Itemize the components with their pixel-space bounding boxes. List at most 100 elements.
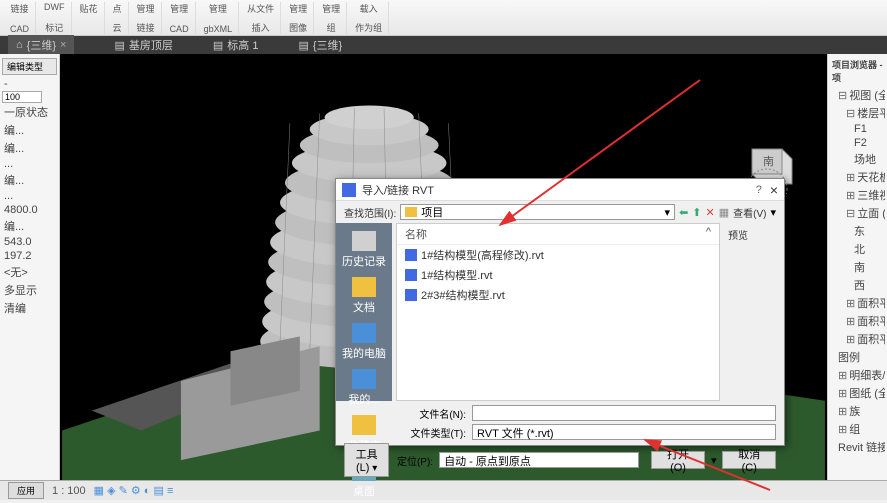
tree-item[interactable]: 图例	[830, 348, 885, 366]
close-icon[interactable]: ×	[60, 39, 66, 51]
file-list[interactable]: 名称 ^ 1#结构模型(高程修改).rvt1#结构模型.rvt2#3#结构模型.…	[396, 223, 720, 401]
tree-item[interactable]: ⊞三维视图	[830, 186, 885, 204]
tree-item[interactable]: ⊞组	[830, 420, 885, 438]
scale-input[interactable]	[2, 91, 42, 103]
docs-icon	[352, 277, 376, 297]
ribbon-group[interactable]: 从文件插入	[241, 2, 281, 34]
home-icon: ⌂	[16, 39, 23, 51]
tree-toggle-icon[interactable]: ⊞	[838, 406, 847, 418]
sidebar-history[interactable]: 历史记录	[336, 227, 392, 273]
ribbon-item[interactable]: 链接	[11, 2, 29, 15]
properties-panel: 编辑类型 - 一原状态 编... 编... ... 编... ... 4800.…	[0, 54, 60, 480]
tree-item[interactable]: ⊞面积平面	[830, 294, 885, 312]
views-button[interactable]: 查看(V)	[733, 205, 766, 220]
tree-toggle-icon[interactable]: ⊟	[846, 108, 855, 120]
status-bar: 应用 1 : 100 ▦ ◈ ✎ ⚙ ◐ ▤ ≡	[0, 480, 887, 500]
edit-type-button[interactable]: 编辑类型	[2, 58, 57, 75]
tree-toggle-icon[interactable]: ⊞	[838, 370, 847, 382]
help-icon[interactable]: ?	[756, 184, 762, 196]
view-tab[interactable]: ▤标高 1	[213, 37, 259, 53]
tools-button[interactable]: 工具(L) ▾	[344, 443, 389, 477]
tree-item[interactable]: 北	[830, 240, 885, 258]
ribbon-group[interactable]: 贴花	[74, 2, 105, 34]
position-select[interactable]: 自动 - 原点到原点	[439, 452, 639, 468]
browser-title: 项目浏览器 - 项	[830, 56, 885, 86]
ribbon-group[interactable]: 载入作为组	[349, 2, 389, 34]
tree-item[interactable]: F1	[830, 122, 885, 136]
tree-label: 场地	[854, 154, 876, 166]
up-icon[interactable]: ⬆	[692, 206, 701, 219]
tree-toggle-icon[interactable]: ⊟	[838, 90, 847, 102]
tree-item[interactable]: ⊟视图 (全	[830, 86, 885, 104]
view-tab[interactable]: ⌂ {三维} ×	[8, 35, 74, 55]
view-tab[interactable]: ▤基房顶层	[114, 37, 172, 53]
tree-toggle-icon[interactable]: ⊟	[846, 208, 855, 220]
file-row[interactable]: 1#结构模型(高程修改).rvt	[397, 245, 719, 265]
filename-input[interactable]	[472, 405, 776, 421]
sidebar-mycomputer[interactable]: 我的电脑	[336, 319, 392, 365]
tree-toggle-icon[interactable]: ⊞	[838, 388, 847, 400]
dialog-title: 导入/链接 RVT	[362, 182, 756, 198]
tree-item[interactable]: 场地	[830, 150, 885, 168]
ribbon-group[interactable]: 点云	[107, 2, 129, 34]
tree-toggle-icon[interactable]: ⊞	[846, 190, 855, 202]
tree-toggle-icon[interactable]: ⊞	[846, 316, 855, 328]
sidebar-docs[interactable]: 文档	[336, 273, 392, 319]
ribbon-group[interactable]: 管理组	[316, 2, 347, 34]
col-name[interactable]: 名称	[405, 226, 706, 242]
ribbon-group[interactable]: 管理链接	[131, 2, 162, 34]
tree-item[interactable]: ⊞面积平面	[830, 312, 885, 330]
tree-item[interactable]: ⊟楼层平面	[830, 104, 885, 122]
tree-item[interactable]: ⊞族	[830, 402, 885, 420]
file-row[interactable]: 2#3#结构模型.rvt	[397, 285, 719, 305]
close-icon[interactable]: ×	[770, 182, 778, 198]
view-icon: ▤	[213, 39, 223, 52]
ribbon-group[interactable]: 管理gbXML	[198, 2, 240, 34]
back-icon[interactable]: ⬅	[679, 206, 688, 219]
revit-icon	[342, 183, 356, 197]
view-tab[interactable]: ▤{三维}	[298, 37, 342, 53]
tree-toggle-icon[interactable]: ⊞	[838, 424, 847, 436]
view-icon: ▤	[298, 39, 308, 52]
ribbon-group[interactable]: 链接CAD	[4, 2, 36, 34]
scale-display[interactable]: 1 : 100	[52, 485, 86, 497]
tree-item[interactable]: 东	[830, 222, 885, 240]
filetype-select[interactable]: RVT 文件 (*.rvt)	[472, 424, 776, 440]
tree-item[interactable]: Revit 链接	[830, 438, 885, 456]
tree-item[interactable]: ⊞天花板平	[830, 168, 885, 186]
tree-item[interactable]: 南	[830, 258, 885, 276]
delete-icon[interactable]: ✕	[706, 206, 715, 219]
tree-item[interactable]: 西	[830, 276, 885, 294]
ribbon-group[interactable]: 管理CAD	[164, 2, 196, 34]
chevron-down-icon[interactable]: ▾	[770, 206, 776, 219]
tree-label: F2	[854, 137, 867, 149]
tree-label: Revit 链接	[838, 442, 885, 454]
tree-toggle-icon[interactable]: ⊞	[846, 298, 855, 310]
chevron-down-icon[interactable]: ▾	[711, 454, 717, 467]
tree-toggle-icon[interactable]: ⊞	[846, 172, 855, 184]
ribbon-group[interactable]: DWF标记	[38, 2, 72, 34]
tree-item[interactable]: F2	[830, 136, 885, 150]
project-browser: 项目浏览器 - 项 ⊟视图 (全⊟楼层平面F1F2场地⊞天花板平⊞三维视图⊟立面…	[827, 54, 887, 480]
open-button[interactable]: 打开(O)	[651, 451, 705, 469]
preview-label: 预览	[728, 231, 748, 242]
tree-label: 面积平面	[857, 316, 885, 328]
file-row[interactable]: 1#结构模型.rvt	[397, 265, 719, 285]
tree-item[interactable]: ⊟立面 (建	[830, 204, 885, 222]
tree-item[interactable]: ⊞明细表/数	[830, 366, 885, 384]
tree-label: 组	[849, 424, 860, 436]
lookin-dropdown[interactable]: 项目 ▾	[400, 204, 675, 220]
rvt-file-icon	[405, 249, 417, 261]
apply-button[interactable]: 应用	[8, 482, 44, 499]
tree-label: 立面 (建	[857, 208, 885, 220]
status-icons[interactable]: ▦ ◈ ✎ ⚙ ◐ ▤ ≡	[94, 484, 174, 497]
tree-item[interactable]: ⊞面积平面	[830, 330, 885, 348]
lookin-label: 查找范围(I):	[344, 205, 396, 220]
tree-item[interactable]: ⊞图纸 (全	[830, 384, 885, 402]
tree-toggle-icon[interactable]: ⊞	[846, 334, 855, 346]
cancel-button[interactable]: 取消(C)	[722, 451, 776, 469]
ribbon-group[interactable]: 管理图像	[283, 2, 314, 34]
file-list-header[interactable]: 名称 ^	[397, 224, 719, 245]
tree-label: 面积平面	[857, 334, 885, 346]
newfolder-icon[interactable]: ▦	[719, 206, 729, 219]
